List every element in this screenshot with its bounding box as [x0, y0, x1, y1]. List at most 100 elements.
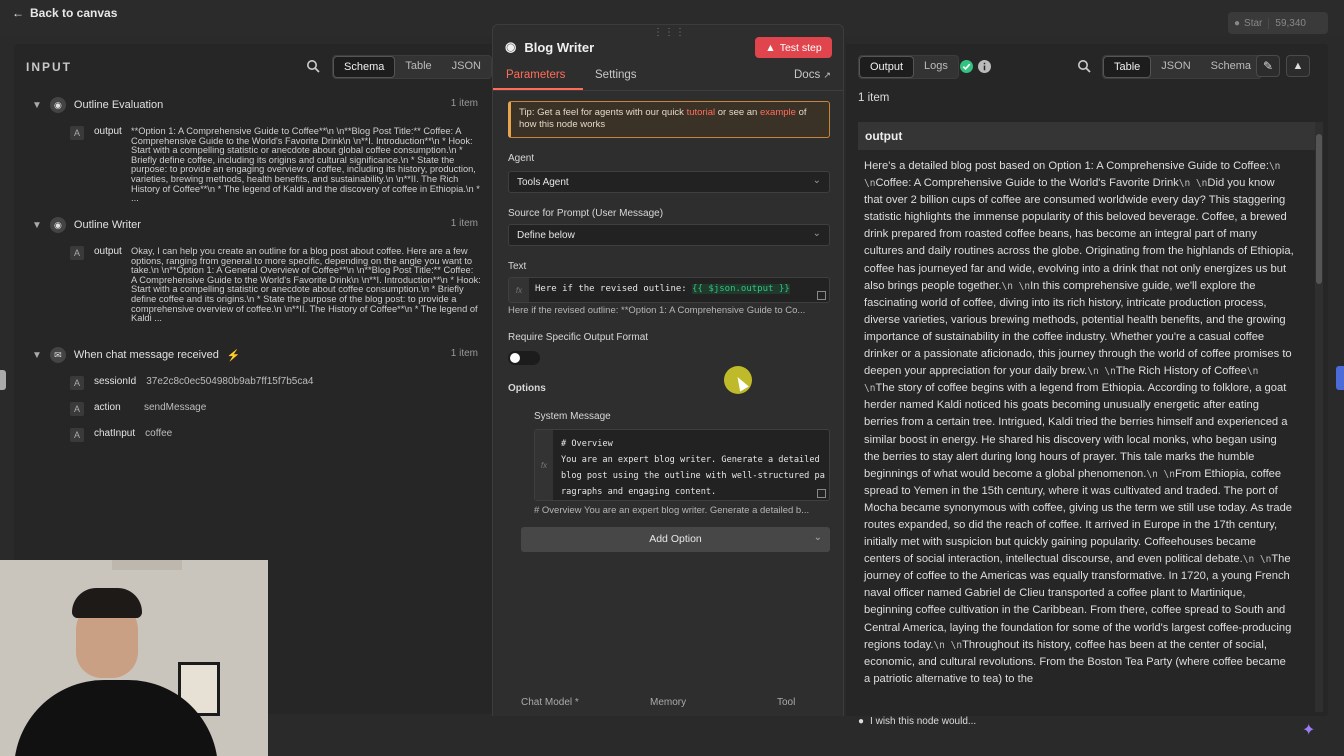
scroll-thumb[interactable] — [1316, 134, 1322, 284]
view-schema-tab[interactable]: Schema — [1201, 56, 1261, 78]
star-count: 59,340 — [1275, 17, 1306, 29]
agent-select[interactable]: Tools Agent ⌄ — [508, 171, 830, 193]
input-view-switch: Schema Table JSON — [332, 55, 492, 79]
pencil-icon: ✎ — [1262, 59, 1274, 73]
node-chat-trigger[interactable]: ▼ ✉ When chat message received ⚡ — [32, 347, 241, 363]
output-logs-switch: Output Logs — [858, 55, 959, 79]
view-json-tab[interactable]: JSON — [1151, 56, 1200, 78]
newline-token: \n \n — [1146, 468, 1175, 480]
view-table-tab[interactable]: Table — [1103, 56, 1152, 78]
tip-prefix: Tip: Get a feel for agents with our quic… — [519, 107, 684, 118]
output-view-switch: Table JSON Schema — [1102, 55, 1262, 79]
string-type-icon: A — [70, 376, 84, 390]
view-table-tab[interactable]: Table — [395, 56, 441, 78]
chevron-down-icon: ⌄ — [812, 228, 821, 239]
tab-divider — [493, 90, 843, 91]
system-message-input[interactable]: fx # Overview You are an expert blog wri… — [534, 429, 830, 501]
chevron-down-icon[interactable]: ▼ — [32, 220, 42, 231]
success-check-icon — [960, 60, 973, 73]
field-value: **Option 1: A Comprehensive Guide to Cof… — [131, 127, 480, 204]
item-count: 1 item — [450, 98, 478, 109]
agent-label: Agent — [508, 153, 535, 164]
edit-output-button[interactable]: ✎ — [1256, 55, 1280, 77]
field-value: coffee — [145, 428, 173, 439]
field-value: Okay, I can help you create an outline f… — [131, 247, 481, 324]
search-icon[interactable] — [1077, 59, 1091, 73]
newline-token: \n \n — [1242, 554, 1272, 566]
tab-output[interactable]: Output — [859, 56, 915, 78]
chat-icon: ✉ — [49, 347, 66, 363]
docs-label: Docs — [794, 69, 821, 81]
add-option-button[interactable]: Add Option ⌄ — [521, 527, 830, 552]
view-schema-tab[interactable]: Schema — [333, 56, 396, 78]
item-count: 1 item — [450, 348, 478, 359]
output-text-segment: From Ethiopia, coffee spread to Yemen in… — [864, 467, 1293, 566]
pin-data-button[interactable]: ▲ — [1286, 55, 1310, 77]
tab-settings[interactable]: Settings — [595, 69, 637, 81]
node-parameters-panel: ⋮⋮⋮ ◉ Blog Writer ▲ Test step Parameters… — [492, 24, 844, 756]
node-title: ◉ Blog Writer — [505, 39, 594, 55]
chat-model-label: Chat Model * — [521, 697, 579, 708]
lightning-icon: ⚡ — [226, 349, 241, 362]
tab-logs[interactable]: Logs — [914, 56, 958, 78]
output-text-segment: Here's a detailed blog post based on Opt… — [864, 160, 1269, 172]
memory-label: Memory — [650, 697, 687, 708]
pin-icon: ▲ — [1292, 60, 1304, 72]
feedback-prompt[interactable]: ● I wish this node would... — [858, 716, 976, 727]
output-panel: Output Logs Table JSON Schema ✎ ▲ 1 item… — [846, 44, 1328, 716]
expression-text: Here if the revised outline: — [535, 284, 687, 294]
search-icon[interactable] — [306, 59, 320, 73]
require-format-toggle[interactable] — [508, 351, 540, 365]
text-preview: Here if the revised outline: **Option 1:… — [508, 305, 806, 316]
github-star-button[interactable]: ● Star 59,340 — [1228, 12, 1328, 34]
tutorial-link[interactable]: tutorial — [687, 107, 716, 118]
star-label: Star — [1244, 17, 1263, 29]
output-text-segment: The journey of coffee to the Americas wa… — [864, 553, 1292, 651]
output-text-segment: The story of coffee begins with a legend… — [864, 382, 1288, 480]
drag-handle[interactable]: ⋮⋮⋮ — [653, 27, 686, 38]
docs-link[interactable]: Docs ↗ — [794, 69, 831, 81]
info-icon[interactable] — [978, 60, 991, 73]
tab-parameters[interactable]: Parameters — [506, 69, 565, 81]
source-select[interactable]: Define below ⌄ — [508, 224, 830, 246]
output-scrollbar[interactable] — [1315, 122, 1323, 712]
newline-token: \n \n — [1001, 280, 1031, 292]
chevron-down-icon: ⌄ — [812, 175, 821, 186]
node-outline-writer[interactable]: ▼ ◉ Outline Writer — [32, 217, 141, 233]
back-to-canvas-button[interactable]: ← Back to canvas — [12, 6, 117, 20]
external-link-icon: ↗ — [823, 70, 831, 80]
newline-token: \n \n — [933, 639, 963, 651]
text-expression-input[interactable]: fx Here if the revised outline: {{ $json… — [508, 277, 830, 303]
source-label: Source for Prompt (User Message) — [508, 208, 664, 219]
example-link[interactable]: example — [760, 107, 796, 118]
field-key: sessionId — [94, 376, 137, 387]
presenter-hair — [72, 588, 142, 618]
node-name: When chat message received — [73, 349, 219, 361]
back-label: Back to canvas — [30, 6, 118, 20]
right-edge-handle[interactable] — [1336, 366, 1344, 390]
node-outline-evaluation[interactable]: ▼ ◉ Outline Evaluation — [32, 97, 163, 113]
node-name: Outline Writer — [73, 219, 141, 231]
tool-label: Tool — [777, 697, 796, 708]
field-key: output — [94, 126, 122, 137]
left-edge-handle[interactable] — [0, 370, 6, 390]
robot-icon: ◉ — [49, 217, 66, 233]
string-type-icon: A — [70, 402, 84, 416]
output-item-count: 1 item — [858, 92, 890, 104]
newline-token: \n \n — [1178, 178, 1208, 190]
expression-variable: {{ $json.output }} — [692, 284, 790, 294]
ai-assistant-icon[interactable]: ✦ — [1302, 720, 1315, 740]
canvas-background — [268, 716, 1344, 756]
test-step-button[interactable]: ▲ Test step — [755, 37, 832, 58]
expand-icon[interactable] — [817, 489, 826, 498]
field-value: sendMessage — [144, 402, 207, 413]
github-icon: ● — [1234, 17, 1241, 29]
expression-code: Here if the revised outline: {{ $json.ou… — [535, 284, 790, 294]
output-text-segment: The Rich History of Coffee — [1115, 365, 1247, 378]
chevron-down-icon[interactable]: ▼ — [32, 100, 42, 111]
view-json-tab[interactable]: JSON — [442, 56, 491, 78]
tip-middle: or see an — [717, 107, 758, 118]
expand-icon[interactable] — [817, 291, 826, 300]
chevron-down-icon[interactable]: ▼ — [32, 350, 42, 361]
options-label: Options — [508, 383, 546, 394]
